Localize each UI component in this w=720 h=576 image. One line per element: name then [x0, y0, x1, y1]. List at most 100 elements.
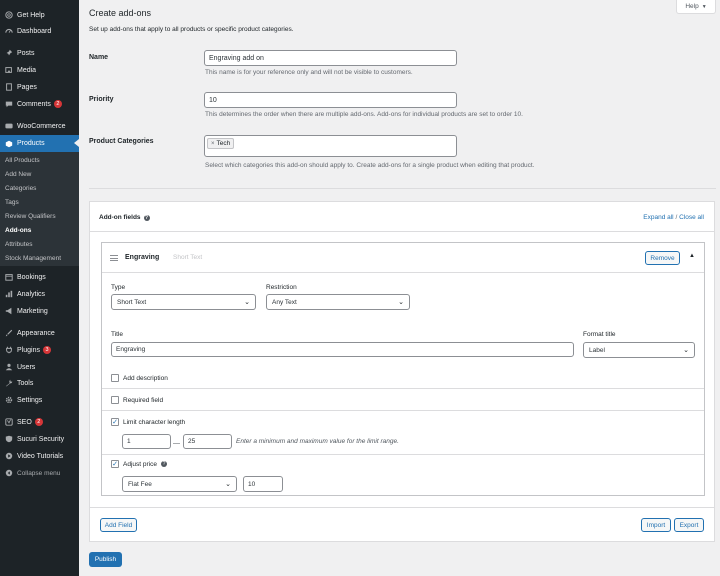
sidebar-item-label: Get Help [17, 11, 45, 19]
sidebar-item-label: Users [17, 363, 36, 371]
sidebar-item-label: Media [17, 66, 37, 74]
adjust-price-row[interactable]: ✓ Adjust price ? [111, 460, 167, 468]
type-select-value: Short Text [117, 298, 147, 306]
type-select[interactable]: Short Text ⌄ [111, 294, 256, 310]
panel-footer-divider [90, 507, 714, 508]
price-type-select[interactable]: Flat Fee ⌄ [122, 476, 237, 492]
name-label: Name [89, 54, 109, 61]
required-field-row[interactable]: Required field [111, 396, 163, 404]
submenu-review-qualifiers[interactable]: Review Qualifiers [5, 213, 56, 220]
help-icon [4, 11, 13, 20]
submenu-add-ons[interactable]: Add-ons [5, 227, 31, 234]
sidebar-item-video-tutorials[interactable]: Video Tutorials [0, 449, 79, 463]
yoast-icon [4, 418, 13, 427]
add-description-label: Add description [123, 374, 168, 382]
priority-input[interactable]: 10 [204, 92, 457, 108]
tag-remove-icon[interactable]: × [211, 141, 215, 147]
product-categories-input[interactable]: × Tech [204, 135, 457, 157]
submenu-add-new[interactable]: Add New [5, 171, 31, 178]
sidebar-item-appearance[interactable]: Appearance [0, 326, 79, 340]
submenu-tags[interactable]: Tags [5, 199, 19, 206]
sidebar-item-get-help[interactable]: Get Help [0, 8, 79, 22]
close-all-link[interactable]: Close all [679, 214, 704, 221]
price-input[interactable]: 10 [243, 476, 283, 492]
sidebar-item-dashboard[interactable]: Dashboard [0, 24, 79, 38]
sidebar-separator [0, 320, 79, 321]
page-title: Create add-ons [89, 8, 152, 18]
limit-length-label: Limit character length [123, 418, 186, 426]
addon-field-header[interactable]: Engraving Short Text Remove ▲ [102, 243, 704, 273]
plugin-icon [4, 346, 13, 355]
sidebar-item-settings[interactable]: Settings [0, 393, 79, 407]
product-categories-label: Product Categories [89, 138, 154, 145]
sidebar-item-tools[interactable]: Tools [0, 376, 79, 390]
info-icon[interactable]: ? [160, 461, 167, 467]
remove-field-button[interactable]: Remove [645, 251, 680, 265]
addon-fields-panel: Add-on fields ? Expand all / Close all E… [89, 201, 715, 542]
restriction-select[interactable]: Any Text ⌄ [266, 294, 410, 310]
add-field-button[interactable]: Add Field [100, 518, 137, 532]
sidebar-item-analytics[interactable]: Analytics [0, 287, 79, 301]
title-input[interactable]: Engraving [111, 342, 574, 357]
priority-label: Priority [89, 96, 114, 103]
limit-length-row[interactable]: ✓ Limit character length [111, 418, 185, 426]
drag-handle-icon[interactable] [110, 255, 118, 261]
brush-icon [4, 329, 13, 338]
page-intro: Set up add-ons that apply to all product… [89, 26, 294, 33]
card-divider [102, 388, 704, 389]
add-description-checkbox[interactable] [111, 374, 119, 382]
format-title-label: Format title [583, 331, 616, 338]
addon-field-type-hint: Short Text [173, 254, 203, 261]
limit-min-input[interactable]: 1 [122, 434, 171, 449]
calendar-icon [4, 273, 13, 282]
submenu-attributes[interactable]: Attributes [5, 241, 32, 248]
admin-sidebar: Get Help Dashboard Posts Media Pages Com… [0, 0, 79, 576]
plugins-count-badge: 3 [42, 346, 51, 354]
info-icon[interactable]: ? [143, 214, 150, 221]
product-categories-description: Select which categories this add-on shou… [205, 162, 535, 169]
sidebar-collapse-menu[interactable]: Collapse menu [0, 466, 79, 480]
export-button[interactable]: Export [674, 518, 704, 532]
chevron-down-icon: ⌄ [225, 481, 231, 488]
seo-count-badge: 2 [34, 418, 43, 426]
sidebar-item-comments[interactable]: Comments 2 [0, 97, 79, 111]
limit-length-checkbox[interactable]: ✓ [111, 418, 119, 426]
submenu-stock-management[interactable]: Stock Management [5, 255, 61, 262]
sidebar-item-woocommerce[interactable]: WooCommerce [0, 119, 79, 133]
collapse-icon [4, 469, 13, 478]
sidebar-item-plugins[interactable]: Plugins 3 [0, 343, 79, 357]
format-title-select[interactable]: Label ⌄ [583, 342, 695, 358]
submenu-categories[interactable]: Categories [5, 185, 36, 192]
sidebar-item-bookings[interactable]: Bookings [0, 270, 79, 284]
sidebar-item-products[interactable]: Products [0, 135, 79, 152]
media-icon [4, 66, 13, 75]
sidebar-item-marketing[interactable]: Marketing [0, 304, 79, 318]
comment-icon [4, 100, 13, 109]
wrench-icon [4, 379, 13, 388]
analytics-icon [4, 290, 13, 299]
name-input[interactable]: Engraving add on [204, 50, 457, 66]
sidebar-item-posts[interactable]: Posts [0, 46, 79, 60]
collapse-arrow-icon[interactable]: ▲ [689, 253, 695, 259]
submenu-all-products[interactable]: All Products [5, 157, 40, 164]
sidebar-separator [0, 409, 79, 410]
required-field-checkbox[interactable] [111, 396, 119, 404]
import-button[interactable]: Import [641, 518, 671, 532]
sidebar-item-users[interactable]: Users [0, 360, 79, 374]
sidebar-item-label: Comments [17, 100, 51, 108]
title-label: Title [111, 331, 124, 338]
sidebar-item-seo[interactable]: SEO 2 [0, 415, 79, 429]
price-type-select-value: Flat Fee [128, 480, 152, 488]
sidebar-item-pages[interactable]: Pages [0, 80, 79, 94]
adjust-price-checkbox[interactable]: ✓ [111, 460, 119, 468]
range-separator: — [173, 440, 180, 447]
chevron-down-icon: ⌄ [398, 299, 404, 306]
add-description-row[interactable]: Add description [111, 374, 168, 382]
help-tab-button[interactable]: Help ▼ [676, 0, 716, 14]
category-tag-label: Tech [216, 140, 231, 147]
publish-button[interactable]: Publish [89, 552, 122, 567]
sidebar-item-media[interactable]: Media [0, 63, 79, 77]
expand-all-link[interactable]: Expand all [643, 214, 673, 221]
limit-max-input[interactable]: 25 [183, 434, 232, 449]
sidebar-item-sucuri-security[interactable]: Sucuri Security [0, 432, 79, 446]
